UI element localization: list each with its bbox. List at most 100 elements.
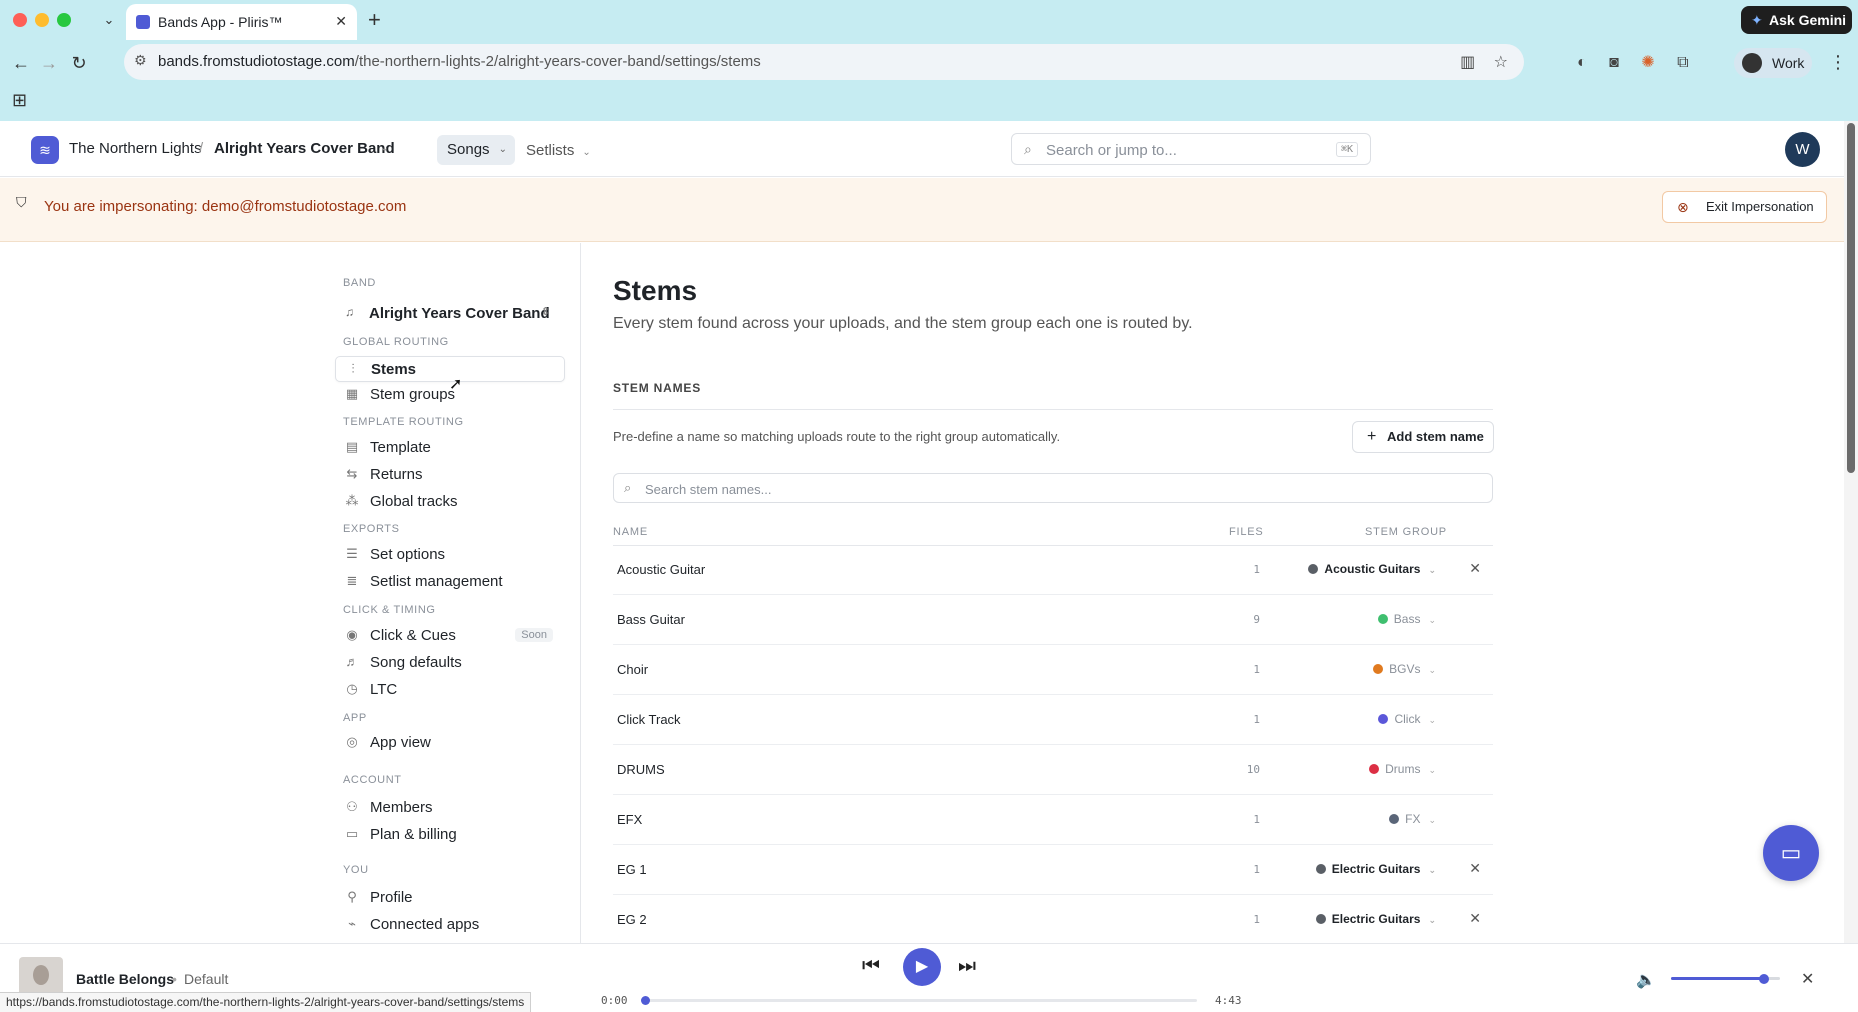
claude-extension-icon[interactable]: ✺: [1641, 54, 1654, 71]
nav-songs[interactable]: Songs ⌄: [437, 135, 515, 165]
stem-group-select[interactable]: BGVs ⌄: [1373, 662, 1436, 676]
sidebar-item-set-options[interactable]: ☰ Set options: [335, 542, 565, 568]
nav-songs-label: Songs: [447, 141, 490, 158]
remove-stem-icon[interactable]: ✕: [1469, 910, 1481, 927]
table-row[interactable]: Click Track 1 Click ⌄: [613, 696, 1493, 745]
address-bar[interactable]: ⚙ bands.fromstudiotostage.com/the-northe…: [124, 44, 1524, 80]
camera-icon[interactable]: ◙: [1609, 54, 1619, 71]
stem-group-select[interactable]: Click ⌄: [1378, 712, 1436, 726]
stem-file-count: 1: [1253, 663, 1260, 676]
sidebar-item-song-defaults[interactable]: ♬ Song defaults: [335, 650, 565, 676]
exit-impersonation-button[interactable]: ⊗ Exit Impersonation: [1662, 191, 1827, 223]
tab-title: Bands App - Pliris™: [158, 14, 283, 30]
chat-button[interactable]: ▭: [1763, 825, 1819, 881]
song-version: Default: [184, 971, 229, 987]
band-selector[interactable]: ♫ Alright Years Cover Band ⇕: [343, 302, 558, 328]
plug-icon: ⌁: [348, 916, 356, 931]
minimize-window-button[interactable]: [35, 13, 49, 27]
tab-list-chevron-icon[interactable]: ⌄: [98, 9, 120, 31]
progress-handle[interactable]: [641, 996, 650, 1005]
browser-tab[interactable]: Bands App - Pliris™ ✕: [126, 4, 357, 40]
band-selector-label: Alright Years Cover Band: [369, 305, 550, 322]
stem-group-select[interactable]: Electric Guitars ⌄: [1315, 862, 1436, 876]
sidebar-item-global-tracks[interactable]: ⁂ Global tracks: [335, 489, 565, 515]
table-row[interactable]: DRUMS 10 Drums ⌄: [613, 746, 1493, 795]
breadcrumb-band[interactable]: Alright Years Cover Band: [214, 140, 395, 157]
stem-group-label: BGVs: [1389, 662, 1421, 676]
breadcrumb-org[interactable]: The Northern Lights: [69, 140, 202, 157]
sliders-icon: ☰: [346, 546, 358, 561]
users-icon: ⚇: [346, 799, 358, 814]
user-avatar[interactable]: W: [1785, 132, 1820, 167]
column-header-name: NAME: [613, 526, 648, 538]
extension-lens-icon[interactable]: ◐: [1577, 54, 1587, 71]
table-row[interactable]: Bass Guitar 9 Bass ⌄: [613, 596, 1493, 645]
new-tab-button[interactable]: +: [368, 7, 381, 33]
section-exports: EXPORTS: [343, 523, 400, 535]
site-settings-icon[interactable]: ⚙: [134, 52, 147, 69]
stem-group-select[interactable]: Electric Guitars ⌄: [1315, 912, 1436, 926]
skip-next-icon[interactable]: ⏭: [958, 955, 976, 978]
remove-stem-icon[interactable]: ✕: [1469, 560, 1481, 577]
browser-menu-icon[interactable]: ⋮: [1829, 52, 1847, 73]
close-window-button[interactable]: [13, 13, 27, 27]
reading-mode-icon[interactable]: ▥: [1460, 54, 1475, 71]
add-stem-name-button[interactable]: + Add stem name: [1352, 421, 1494, 453]
sidebar-item-app-view[interactable]: ◎ App view: [335, 730, 565, 756]
sidebar-item-plan-billing[interactable]: ▭ Plan & billing: [335, 822, 565, 848]
stem-name: Choir: [617, 662, 649, 677]
section-click-timing: CLICK & TIMING: [343, 604, 436, 616]
progress-slider[interactable]: [641, 996, 1197, 1005]
forward-arrow-icon[interactable]: →: [36, 50, 62, 76]
user-x-icon: ⊗: [1677, 199, 1689, 215]
page-scrollbar[interactable]: [1844, 121, 1858, 943]
stem-search-input[interactable]: [645, 480, 1465, 498]
stem-group-select[interactable]: FX ⌄: [1389, 812, 1436, 826]
chevron-down-icon: ⌄: [1428, 715, 1436, 725]
volume-icon[interactable]: 🔈: [1636, 970, 1656, 990]
reload-icon[interactable]: ↻: [66, 50, 92, 76]
remove-stem-icon[interactable]: ✕: [1469, 860, 1481, 877]
sidebar-item-click-cues[interactable]: ◉ Click & Cues Soon: [335, 623, 565, 649]
sidebar-item-ltc[interactable]: ◷ LTC: [335, 677, 565, 703]
table-row[interactable]: Acoustic Guitar 1 Acoustic Guitars ⌄ ✕: [613, 546, 1493, 595]
sidebar-item-label: Set options: [370, 546, 446, 563]
nav-setlists[interactable]: Setlists ⌄: [526, 142, 591, 159]
global-search[interactable]: ⌕ ⌘K: [1011, 133, 1371, 165]
sidebar-item-members[interactable]: ⚇ Members: [335, 795, 565, 821]
stem-group-select[interactable]: Drums ⌄: [1369, 762, 1436, 776]
bookmark-star-icon[interactable]: ☆: [1494, 54, 1508, 71]
app-logo-icon[interactable]: ≋: [31, 136, 59, 164]
global-search-input[interactable]: [1046, 140, 1316, 160]
table-row[interactable]: EG 2 1 Electric Guitars ⌄ ✕: [613, 896, 1493, 945]
sidebar-item-template[interactable]: ▤ Template: [335, 435, 565, 461]
band-chevron-down-icon[interactable]: ⌄: [380, 141, 389, 154]
stem-group-select[interactable]: Acoustic Guitars ⌄: [1308, 562, 1436, 576]
table-row[interactable]: EFX 1 FX ⌄: [613, 796, 1493, 845]
sidebar-item-profile[interactable]: ⚲ Profile: [335, 885, 565, 911]
table-row[interactable]: Choir 1 BGVs ⌄: [613, 646, 1493, 695]
apps-grid-icon[interactable]: ⊞: [12, 90, 27, 111]
profile-button[interactable]: Work: [1734, 48, 1812, 78]
scrollbar-thumb[interactable]: [1847, 123, 1855, 473]
stem-group-select[interactable]: Bass ⌄: [1377, 612, 1436, 626]
tab-close-icon[interactable]: ✕: [335, 13, 347, 30]
sidebar-item-returns[interactable]: ⇆ Returns: [335, 462, 565, 488]
extensions-puzzle-icon[interactable]: ⧉: [1677, 54, 1688, 71]
ask-gemini-button[interactable]: ✦ Ask Gemini: [1741, 6, 1852, 34]
table-row[interactable]: EG 1 1 Electric Guitars ⌄ ✕: [613, 846, 1493, 895]
stem-name: Click Track: [617, 712, 681, 727]
skip-previous-icon[interactable]: ⏮: [862, 955, 880, 978]
group-color-dot: [1308, 564, 1319, 574]
sidebar-item-connected-apps[interactable]: ⌁ Connected apps: [335, 912, 565, 938]
volume-slider[interactable]: [1671, 974, 1780, 984]
maximize-window-button[interactable]: [57, 13, 71, 27]
back-arrow-icon[interactable]: ←: [8, 50, 34, 76]
close-player-icon[interactable]: ✕: [1801, 969, 1814, 989]
search-icon: ⌕: [1024, 141, 1032, 157]
play-button[interactable]: ▶: [903, 948, 941, 986]
volume-handle[interactable]: [1758, 974, 1769, 984]
url-text[interactable]: bands.fromstudiotostage.com/the-northern…: [158, 53, 761, 70]
stem-search[interactable]: ⌕: [613, 473, 1493, 503]
sidebar-item-setlist-management[interactable]: ≣ Setlist management: [335, 569, 565, 595]
